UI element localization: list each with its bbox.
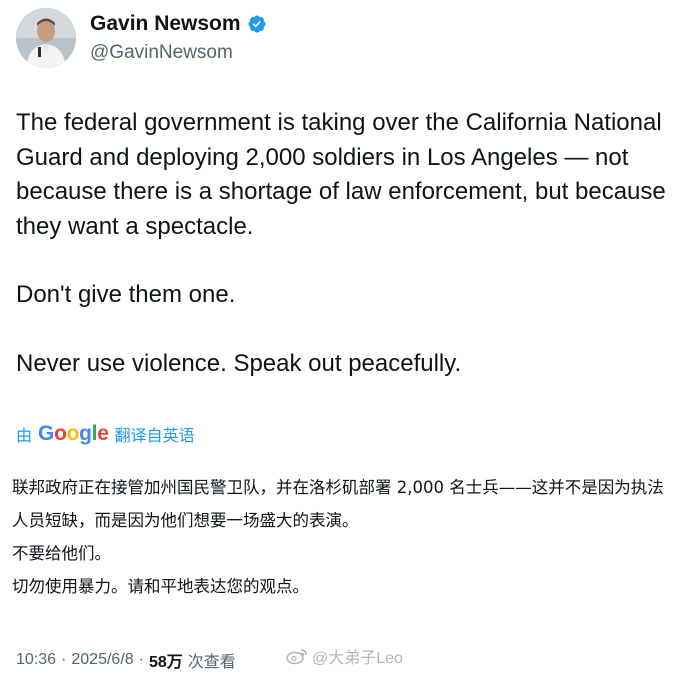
google-logo: Google bbox=[38, 422, 109, 445]
tweet-paragraph: Don't give them one. bbox=[16, 281, 236, 308]
views-count: 58万 bbox=[148, 654, 183, 671]
watermark: @大弟子Leo bbox=[286, 644, 403, 668]
author-handle[interactable]: @GavinNewsom bbox=[90, 42, 233, 64]
tweet-text: The federal government is taking over th… bbox=[16, 106, 666, 381]
translated-paragraph: 不要给他们。 bbox=[12, 544, 111, 563]
views-label: 次查看 bbox=[187, 654, 236, 671]
meta-separator: · bbox=[138, 651, 144, 668]
tweet-card: Gavin Newsom @GavinNewsom The federal go… bbox=[0, 0, 690, 675]
translation-source-label[interactable]: 翻译自英语 bbox=[115, 422, 195, 446]
tweet-meta: 10:36 · 2025/6/8 · 58万 次查看 bbox=[16, 648, 236, 672]
avatar[interactable] bbox=[16, 8, 76, 68]
weibo-icon bbox=[286, 649, 307, 665]
meta-separator: · bbox=[61, 651, 67, 668]
author-name-row[interactable]: Gavin Newsom bbox=[90, 12, 267, 36]
verified-badge-icon bbox=[248, 15, 266, 33]
author-display-name[interactable]: Gavin Newsom bbox=[90, 12, 241, 36]
translation-by-label: 由 bbox=[16, 428, 33, 445]
translated-text: 联邦政府正在接管加州国民警卫队，并在洛杉矶部署 2,000 名士兵——这并不是因… bbox=[12, 471, 678, 603]
translated-paragraph: 联邦政府正在接管加州国民警卫队，并在洛杉矶部署 2,000 名士兵——这并不是因… bbox=[12, 478, 664, 530]
tweet-paragraph: Never use violence. Speak out peacefully… bbox=[16, 349, 462, 377]
translated-paragraph: 切勿使用暴力。请和平地表达您的观点。 bbox=[12, 577, 309, 596]
tweet-time[interactable]: 10:36 bbox=[16, 651, 56, 669]
avatar-photo bbox=[16, 8, 76, 68]
watermark-text: @大弟子Leo bbox=[312, 650, 403, 667]
tweet-date[interactable]: 2025/6/8 bbox=[71, 651, 133, 669]
tweet-paragraph: The federal government is taking over th… bbox=[16, 109, 666, 240]
translation-attribution[interactable]: 由 Google 翻译自英语 bbox=[16, 422, 195, 446]
